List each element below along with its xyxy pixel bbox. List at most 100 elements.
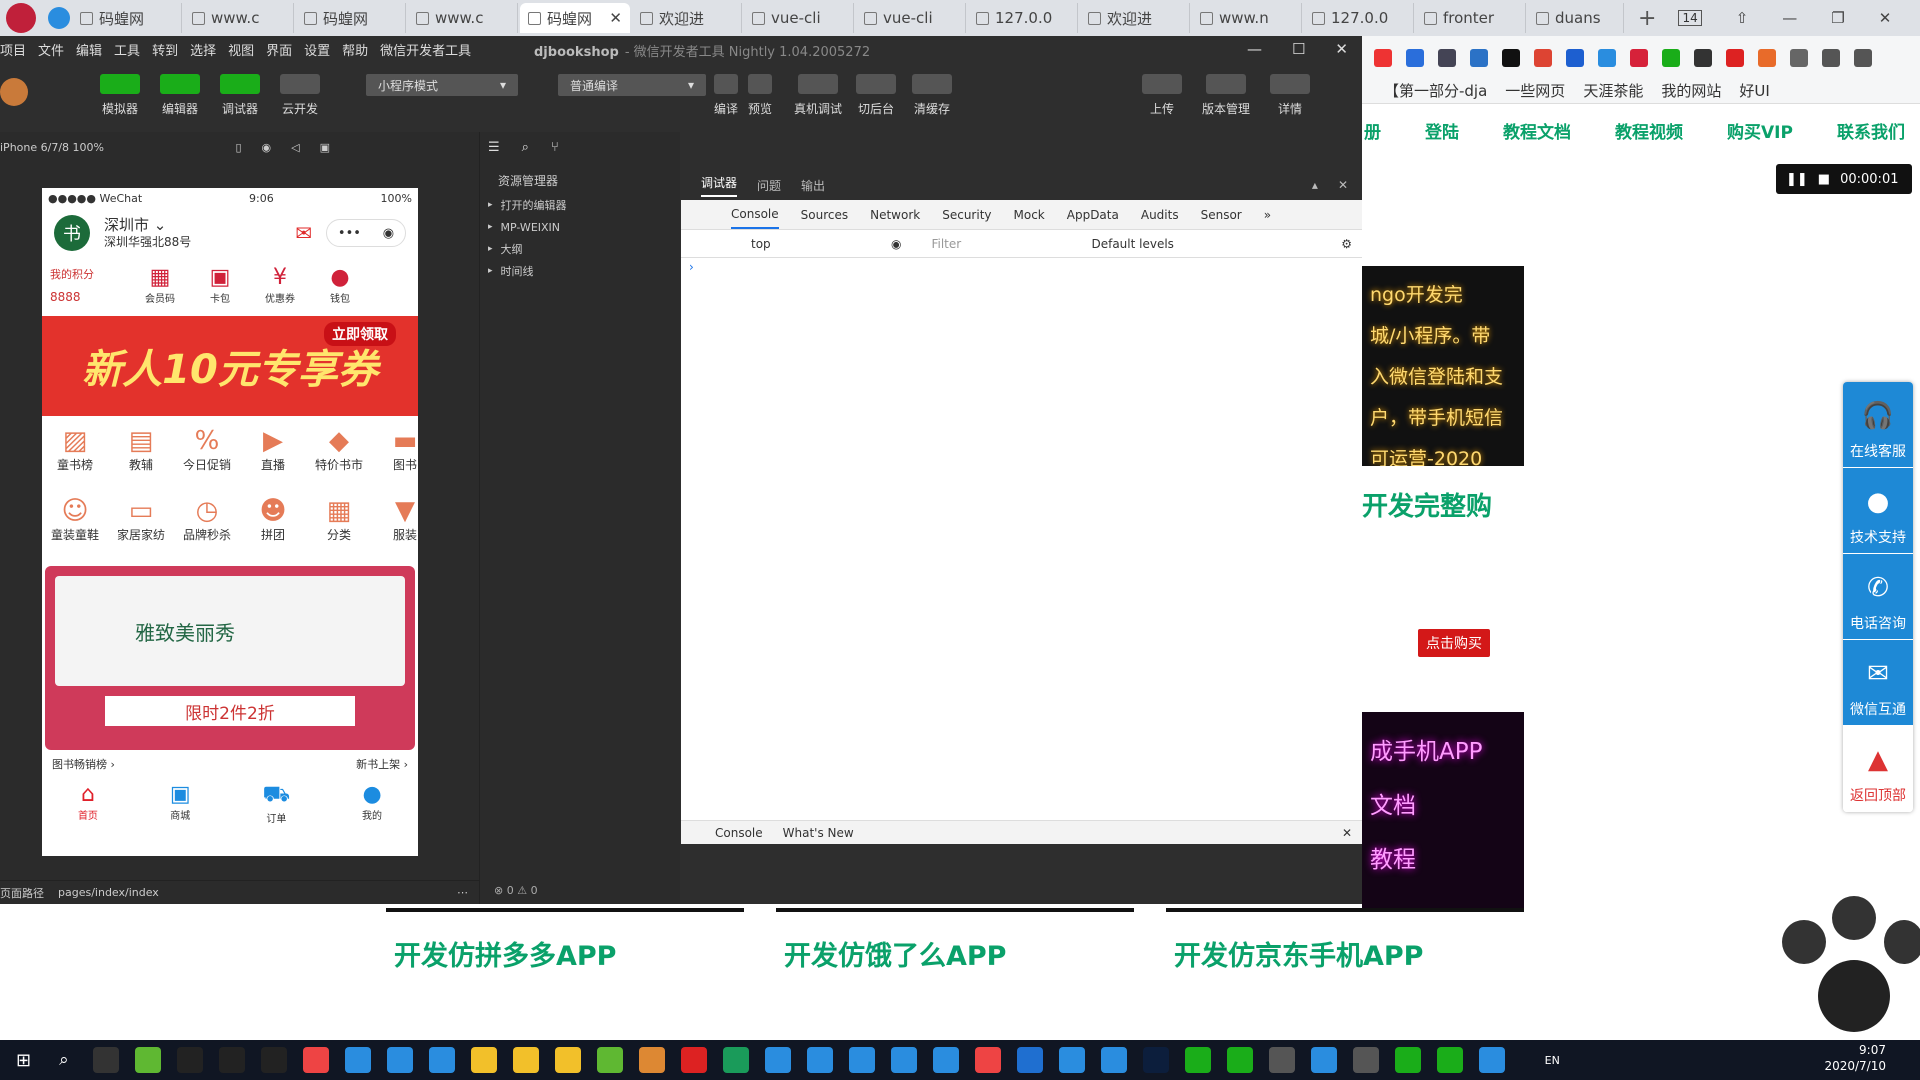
bestseller-link[interactable]: 图书畅销榜 › (52, 756, 115, 780)
extension-icon[interactable] (1374, 49, 1392, 67)
menu-icon[interactable] (1854, 49, 1872, 67)
category-item[interactable]: ▤ 教辅 (108, 420, 174, 490)
extension-icon[interactable] (1726, 49, 1744, 67)
menu-help[interactable]: 帮助 (342, 40, 368, 59)
folder-icon[interactable] (512, 1047, 539, 1073)
bookmark-folder[interactable]: 一些网页 (1505, 80, 1565, 101)
list-icon[interactable]: ☰ (488, 140, 500, 155)
tech-support-button[interactable]: ● 技术支持 (1843, 468, 1913, 554)
clear-cache-button[interactable]: 清缓存 (912, 74, 953, 117)
tab-1[interactable]: www.c (184, 3, 294, 33)
compile-button[interactable]: 编译 (714, 74, 738, 117)
tab-issues[interactable]: 问题 (757, 177, 781, 194)
course-title[interactable]: 开发仿京东手机APP (1174, 934, 1524, 973)
maximize-icon[interactable]: ☐ (1292, 40, 1305, 58)
course-card[interactable]: 开发仿京东手机APP (1166, 908, 1524, 1040)
restore-icon[interactable]: ❐ (1831, 9, 1844, 27)
levels-select[interactable]: Default levels (1091, 237, 1173, 251)
tab-sensor[interactable]: Sensor (1201, 208, 1242, 222)
close-icon[interactable]: ✕ (1335, 40, 1348, 58)
video-float-button[interactable] (1818, 960, 1890, 1032)
tab-debugger[interactable]: 调试器 (701, 174, 738, 197)
nav-login[interactable]: 登陆 (1425, 118, 1459, 143)
task-view-icon[interactable] (92, 1047, 119, 1073)
tab-9[interactable]: 欢迎进 (1080, 3, 1190, 33)
pycharm-icon[interactable] (1226, 1047, 1253, 1073)
nav-contact[interactable]: 联系我们 (1837, 118, 1905, 143)
tab-3[interactable]: www.c (408, 3, 518, 33)
wechat-button[interactable]: ✉ 微信互通 (1843, 640, 1913, 726)
apps-grid-icon[interactable] (1790, 49, 1808, 67)
category-item[interactable]: ◷ 品牌秒杀 (174, 490, 240, 560)
phone-button[interactable]: ✆ 电话咨询 (1843, 554, 1913, 640)
tab-audits[interactable]: Audits (1141, 208, 1179, 222)
problems-summary[interactable]: ⊗ 0 ⚠ 0 (480, 876, 680, 904)
tab-count-badge[interactable]: 14 (1678, 10, 1702, 26)
tab-7[interactable]: vue-cli (856, 3, 966, 33)
category-item[interactable]: ☻ 拼团 (240, 490, 306, 560)
app-icon[interactable] (1268, 1047, 1295, 1073)
compile-mode-select[interactable]: 普通编译 ▾ (558, 74, 706, 96)
category-item[interactable]: ▬ 图书 (372, 420, 418, 490)
tab-mock[interactable]: Mock (1014, 208, 1045, 222)
extension-icon[interactable] (1534, 49, 1552, 67)
capsule-menu[interactable]: ••• ◉ (326, 219, 406, 247)
menu-goto[interactable]: 转到 (152, 40, 178, 59)
filter-input[interactable]: Filter (931, 237, 1081, 251)
context-select[interactable]: top (751, 237, 891, 251)
details-button[interactable]: 详情 (1270, 74, 1311, 117)
close-tab-icon[interactable]: ✕ (609, 9, 622, 27)
extension-icon[interactable] (1662, 49, 1680, 67)
online-service-button[interactable]: 🎧 在线客服 (1843, 382, 1913, 468)
points[interactable]: 我的积分 8888 (50, 266, 130, 304)
screenshot-float-button[interactable] (1782, 920, 1826, 964)
screenshot-icon[interactable] (1470, 49, 1488, 67)
app-icon[interactable] (680, 1047, 707, 1073)
tab-0[interactable]: 码蝗网 (72, 3, 182, 33)
terminal-icon[interactable] (260, 1047, 287, 1073)
member-code-button[interactable]: ▦ 会员码 (130, 265, 190, 305)
browser-icon[interactable] (890, 1047, 917, 1073)
device-select[interactable]: iPhone 6/7/8 100% (0, 141, 104, 154)
pin-icon[interactable]: ⇧ (1736, 9, 1749, 27)
background-button[interactable]: 切后台 (856, 74, 897, 117)
browser-icon[interactable] (428, 1047, 455, 1073)
new-tab-button[interactable]: + (1638, 6, 1656, 31)
extension-icon[interactable] (1694, 49, 1712, 67)
tab-network[interactable]: Network (870, 208, 920, 222)
tab-sources[interactable]: Sources (801, 208, 848, 222)
promo-banner[interactable]: 立即领取 新人10元专享券 (42, 316, 418, 416)
tab-appdata[interactable]: AppData (1067, 208, 1119, 222)
tab-4[interactable]: 码蝗网 ✕ (520, 3, 630, 33)
terminal-icon[interactable] (176, 1047, 203, 1073)
more-icon[interactable]: ••• (338, 226, 361, 241)
course-title[interactable]: 开发仿拼多多APP (394, 934, 744, 973)
app-icon[interactable] (1310, 1047, 1337, 1073)
category-item[interactable]: ▶ 直播 (240, 420, 306, 490)
vscode-icon[interactable] (1016, 1047, 1043, 1073)
search-icon[interactable]: ⌕ (59, 1050, 69, 1070)
simulator-controls-icon[interactable]: ▯◉◁▣ (235, 141, 350, 154)
preview-button[interactable]: 预览 (748, 74, 772, 117)
tab-2[interactable]: 码蝗网 (296, 3, 406, 33)
photoshop-icon[interactable] (1142, 1047, 1169, 1073)
category-item[interactable]: ▨ 童书榜 (42, 420, 108, 490)
console-prompt[interactable]: › (681, 258, 1362, 274)
extension-icon[interactable] (1630, 49, 1648, 67)
tab-8[interactable]: 127.0.0 (968, 3, 1078, 33)
tab-6[interactable]: vue-cli (744, 3, 854, 33)
more-tabs-icon[interactable]: » (1264, 208, 1271, 222)
app-icon[interactable] (1394, 1047, 1421, 1073)
menu-interface[interactable]: 界面 (266, 40, 292, 59)
branch-icon[interactable]: ⑂ (551, 140, 559, 155)
menu-wechat-devtools[interactable]: 微信开发者工具 (380, 40, 471, 59)
category-item[interactable]: ◆ 特价书市 (306, 420, 372, 490)
back-to-top-button[interactable]: ▲ 返回顶部 (1843, 726, 1913, 812)
close-icon[interactable]: ✕ (1338, 178, 1348, 192)
nav-videos[interactable]: 教程视频 (1615, 118, 1683, 143)
wechat-icon[interactable] (1352, 1047, 1379, 1073)
tab-mall[interactable]: ▣ 商城 (170, 782, 191, 825)
mode-select[interactable]: 小程序模式 ▾ (366, 74, 518, 96)
tab-output[interactable]: 输出 (801, 177, 825, 194)
folder-icon[interactable] (554, 1047, 581, 1073)
